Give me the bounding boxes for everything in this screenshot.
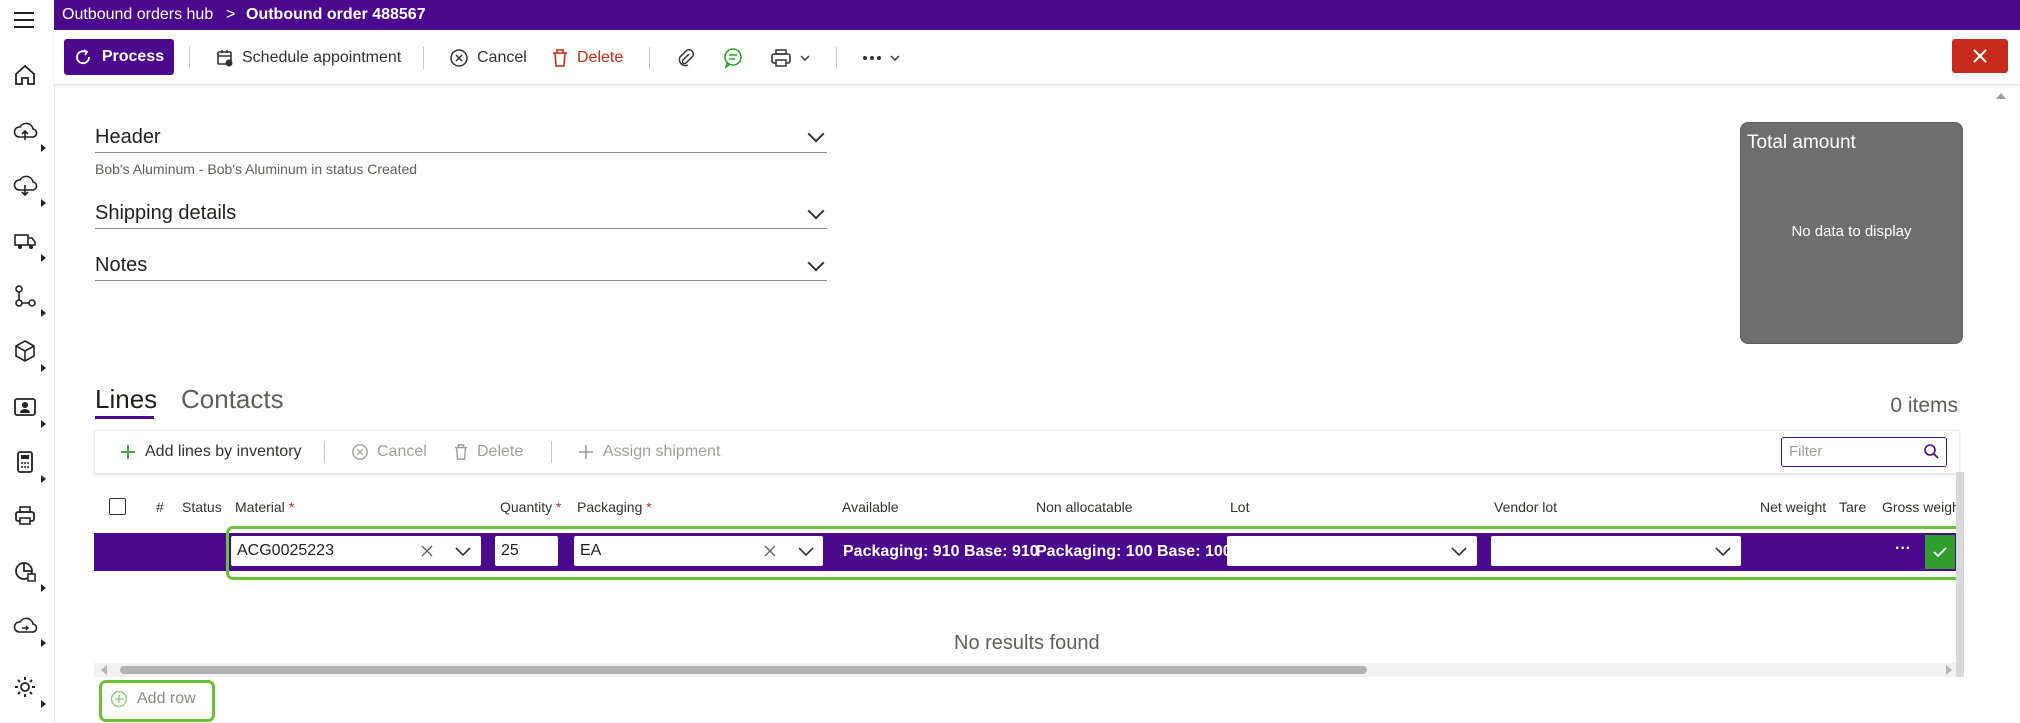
process-button[interactable]: Process xyxy=(64,39,174,75)
add-row-label: Add row xyxy=(137,690,196,707)
breadcrumb-parent-link[interactable]: Outbound orders hub xyxy=(62,6,213,24)
add-row-button[interactable]: Add row xyxy=(110,690,196,708)
notes-chevron-down-icon[interactable] xyxy=(807,254,825,272)
printer-icon[interactable] xyxy=(12,503,42,533)
col-tare[interactable]: Tare xyxy=(1839,499,1866,515)
shipping-chevron-down-icon[interactable] xyxy=(807,202,825,220)
delete-label: Delete xyxy=(577,49,624,66)
print-icon[interactable] xyxy=(770,44,810,72)
chevron-down-icon xyxy=(800,55,810,61)
calendar-icon xyxy=(217,50,233,67)
lines-delete-label: Delete xyxy=(477,443,524,460)
cloud-upload-icon[interactable] xyxy=(12,118,46,152)
tab-lines-underline xyxy=(95,416,154,419)
tab-lines[interactable]: Lines xyxy=(95,384,157,415)
no-results-text: No results found xyxy=(954,632,1100,654)
add-lines-button[interactable]: Add lines by inventory xyxy=(119,443,302,461)
add-circle-icon xyxy=(110,690,128,708)
plus-icon xyxy=(579,445,593,459)
assign-shipment-label: Assign shipment xyxy=(603,443,721,460)
col-non-allocatable[interactable]: Non allocatable xyxy=(1036,499,1133,515)
col-status[interactable]: Status xyxy=(182,499,222,515)
box-icon[interactable] xyxy=(12,338,46,372)
cancel-label: Cancel xyxy=(477,49,527,66)
col-packaging[interactable]: Packaging * xyxy=(577,499,652,515)
cloud-sync-icon[interactable] xyxy=(12,613,46,647)
cancel-circle-icon xyxy=(450,49,468,67)
header-section-title[interactable]: Header xyxy=(95,126,161,149)
shipping-section-title[interactable]: Shipping details xyxy=(95,202,236,225)
col-available[interactable]: Available xyxy=(842,499,899,515)
plus-icon xyxy=(121,445,135,459)
scroll-left-arrow-icon[interactable] xyxy=(101,665,107,675)
lines-toolbar: Add lines by inventory Cancel Delete Ass… xyxy=(94,430,1960,474)
lines-delete-button[interactable]: Delete xyxy=(453,443,523,461)
lines-cancel-button[interactable]: Cancel xyxy=(351,443,427,461)
filter-input[interactable]: Filter xyxy=(1781,437,1947,467)
settings-icon[interactable] xyxy=(12,674,46,708)
chevron-down-icon xyxy=(890,55,900,61)
lines-cancel-label: Cancel xyxy=(377,443,427,460)
close-icon[interactable] xyxy=(1952,39,2008,73)
add-lines-label: Add lines by inventory xyxy=(145,443,302,460)
scroll-right-arrow-icon[interactable] xyxy=(1946,665,1952,675)
required-mark: * xyxy=(646,499,652,515)
assign-shipment-button[interactable]: Assign shipment xyxy=(577,443,720,461)
col-quantity[interactable]: Quantity * xyxy=(500,499,561,515)
breadcrumb-current: Outbound order 488567 xyxy=(246,6,426,23)
total-amount-card: Total amount No data to display xyxy=(1740,122,1963,344)
required-mark: * xyxy=(556,499,562,515)
workflow-icon[interactable] xyxy=(12,283,46,317)
select-all-checkbox[interactable] xyxy=(109,498,126,515)
tab-contacts[interactable]: Contacts xyxy=(181,384,284,415)
nav-rail xyxy=(0,0,55,723)
trash-icon xyxy=(454,444,468,460)
home-icon[interactable] xyxy=(12,62,42,92)
col-quantity-label: Quantity xyxy=(500,499,553,515)
items-count: 0 items xyxy=(1890,394,1958,417)
breadcrumb-separator: > xyxy=(226,6,236,23)
calculator-icon[interactable] xyxy=(12,449,46,483)
search-icon[interactable] xyxy=(1923,443,1940,460)
cancel-circle-icon xyxy=(352,444,368,460)
no-data-text: No data to display xyxy=(1791,223,1912,240)
col-net-weight[interactable]: Net weight xyxy=(1760,499,1826,515)
col-number: # xyxy=(156,499,164,515)
contact-card-icon[interactable] xyxy=(12,394,46,428)
required-mark: * xyxy=(288,499,295,515)
refresh-icon xyxy=(76,49,90,65)
notes-section-title[interactable]: Notes xyxy=(95,254,147,277)
command-bar: Process Schedule appointment Cancel Dele… xyxy=(54,30,2020,85)
menu-icon[interactable] xyxy=(10,6,40,36)
header-summary: Bob's Aluminum - Bob's Aluminum in statu… xyxy=(95,161,418,177)
col-packaging-label: Packaging xyxy=(577,499,643,515)
col-vendor-lot[interactable]: Vendor lot xyxy=(1494,499,1557,515)
col-material-label: Material xyxy=(235,499,285,515)
cloud-download-icon[interactable] xyxy=(12,173,46,207)
truck-icon[interactable] xyxy=(12,228,46,262)
breadcrumb: Outbound orders hub > Outbound order 488… xyxy=(54,0,2020,30)
header-chevron-down-icon[interactable] xyxy=(807,125,825,143)
comment-icon[interactable] xyxy=(722,44,744,72)
grid-vertical-scrollbar[interactable] xyxy=(1956,472,1964,677)
col-gross-weight[interactable]: Gross weight xyxy=(1882,499,1964,515)
col-lot[interactable]: Lot xyxy=(1230,499,1249,515)
total-amount-title: Total amount xyxy=(1747,132,1856,153)
report-icon[interactable] xyxy=(12,558,46,592)
trash-icon xyxy=(553,49,567,67)
more-icon[interactable] xyxy=(862,44,900,72)
filter-placeholder: Filter xyxy=(1789,443,1823,460)
process-label: Process xyxy=(101,48,165,65)
schedule-appointment-button[interactable]: Schedule appointment xyxy=(216,44,401,72)
horizontal-scroll-thumb[interactable] xyxy=(120,666,1367,674)
cancel-button[interactable]: Cancel xyxy=(449,44,527,72)
page-scroll-up-arrow-icon[interactable] xyxy=(1996,93,2006,99)
delete-button[interactable]: Delete xyxy=(551,44,623,72)
attach-icon[interactable] xyxy=(676,44,696,72)
col-material[interactable]: Material * xyxy=(235,499,294,515)
schedule-label: Schedule appointment xyxy=(242,49,402,66)
row-highlight xyxy=(226,526,1963,580)
